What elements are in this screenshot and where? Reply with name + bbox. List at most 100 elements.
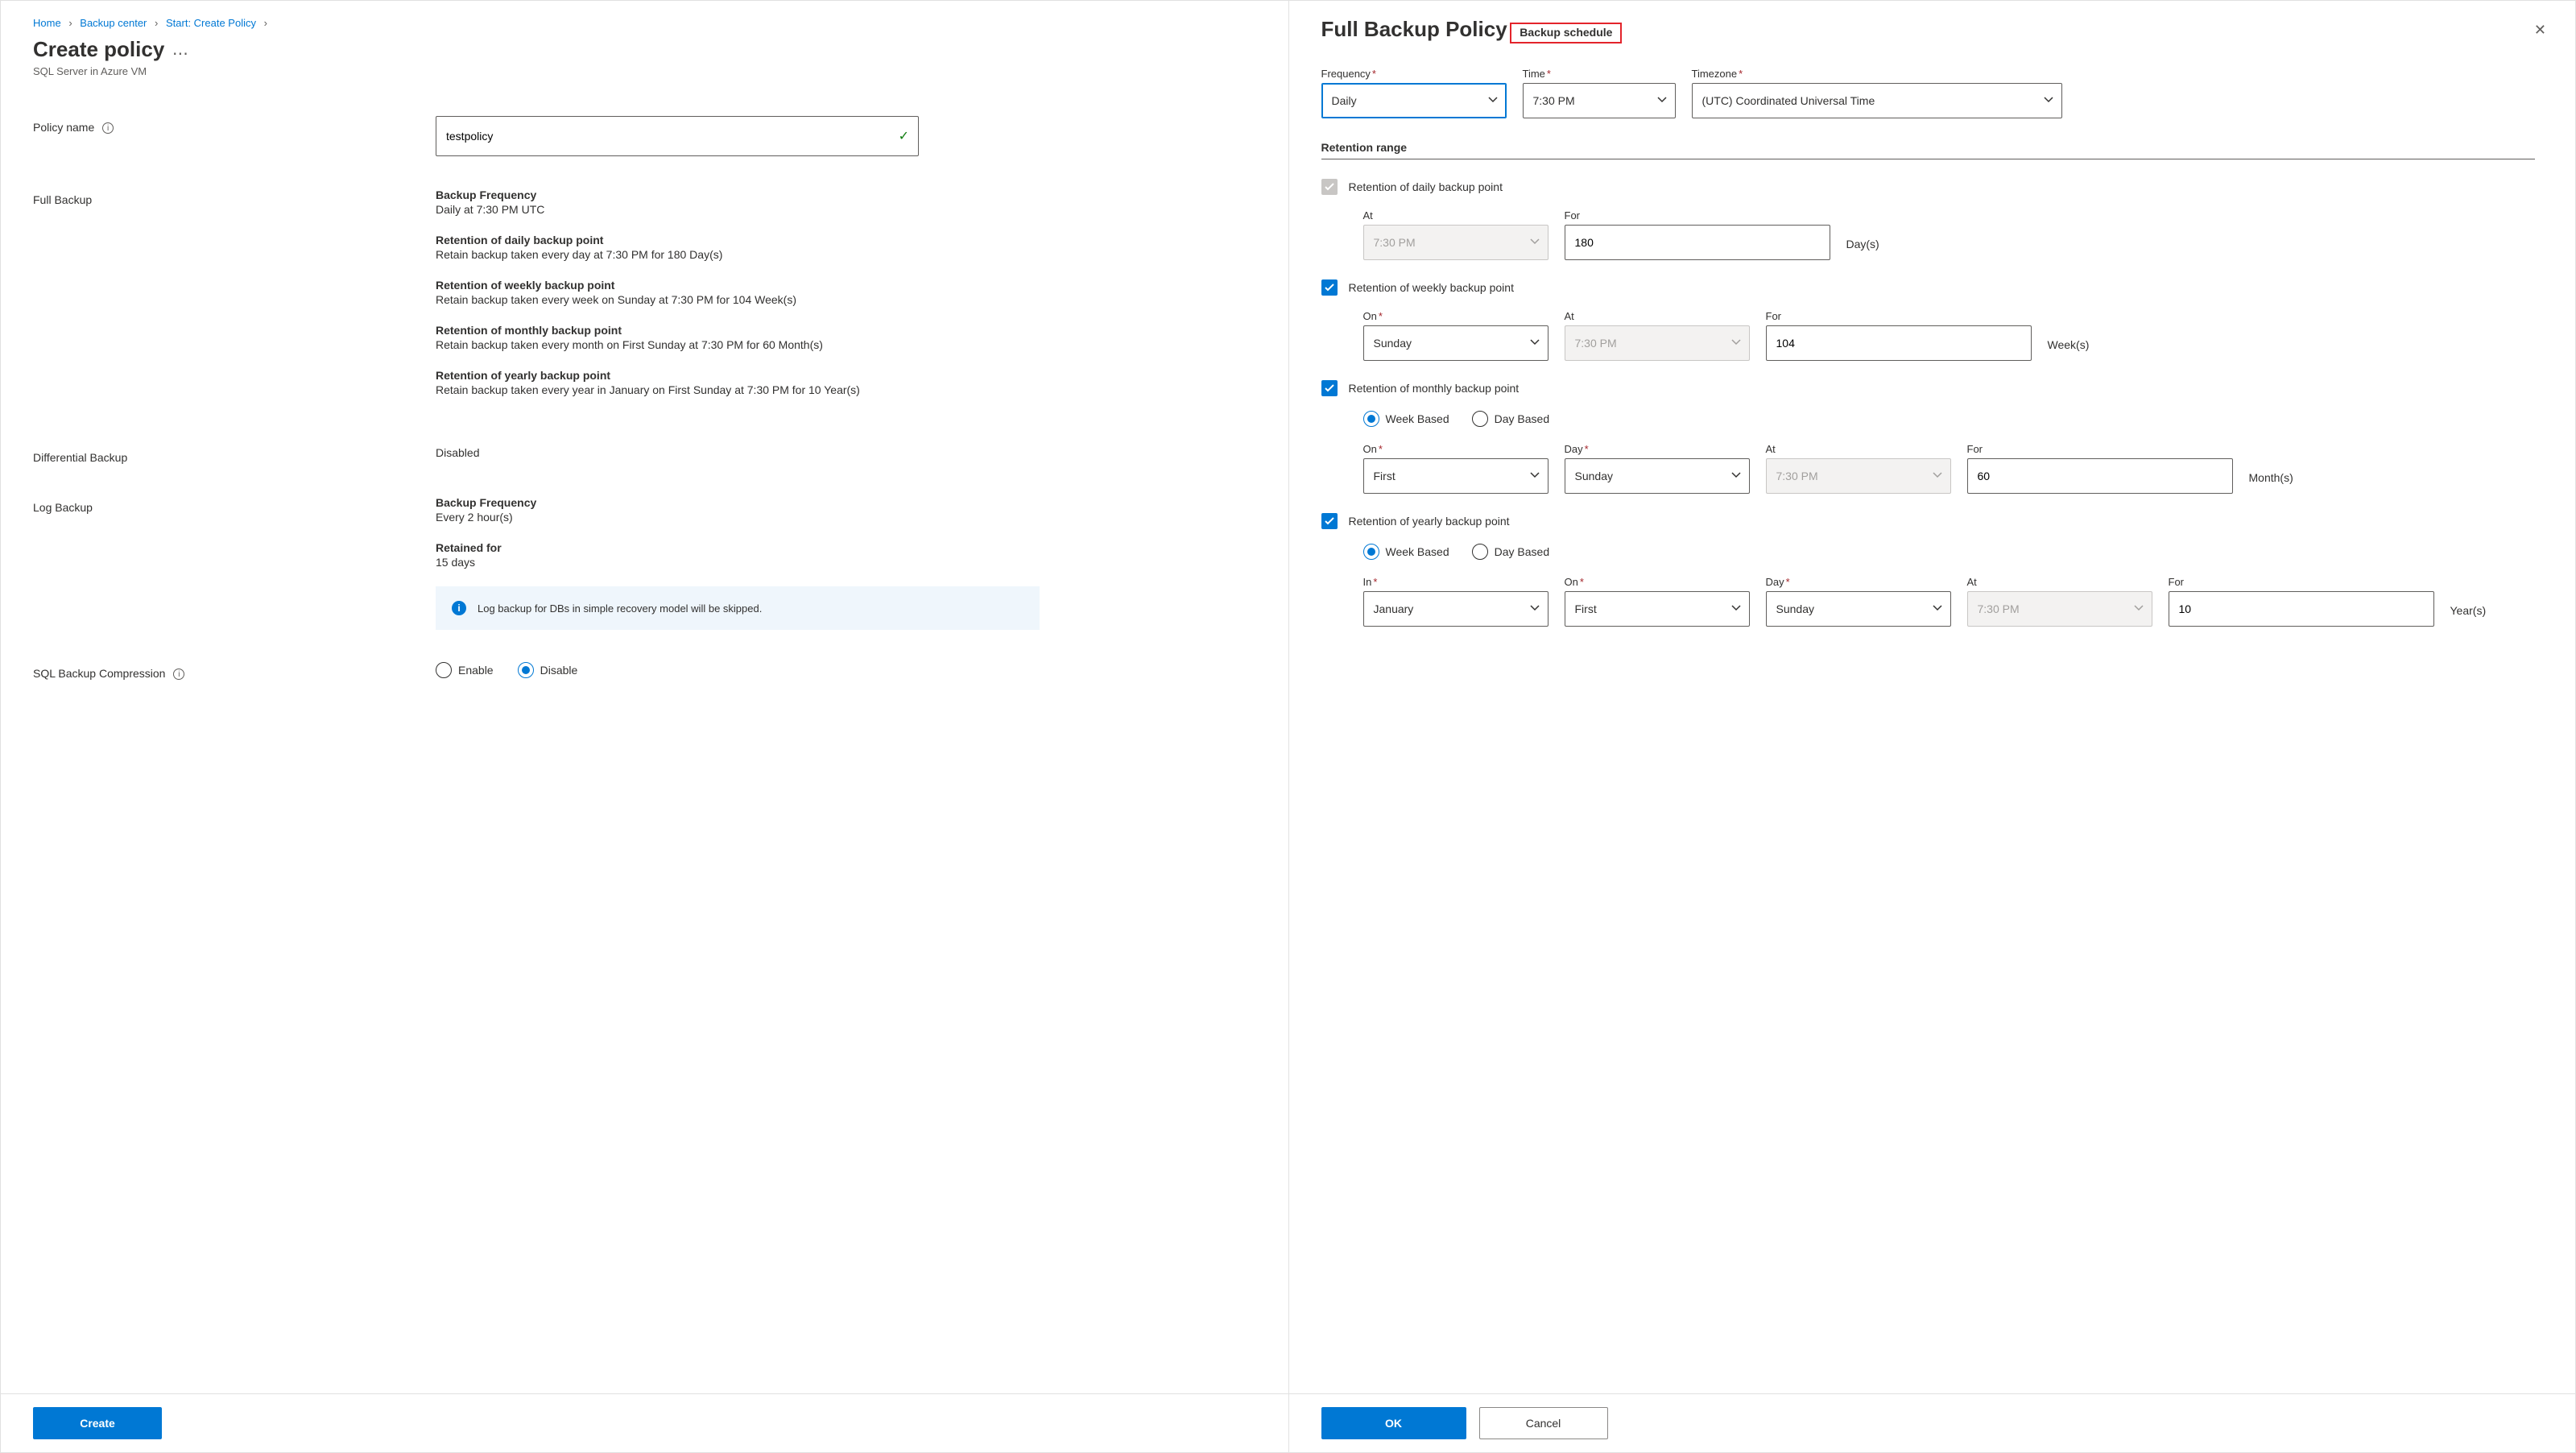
monthly-for-label: For [1967, 443, 2233, 455]
panel-title: Full Backup Policy [1321, 17, 1507, 42]
chevron-down-icon [1731, 602, 1741, 615]
yearly-day-label: Day* [1766, 576, 1951, 588]
chevron-down-icon [1731, 337, 1741, 350]
daily-at-select: 7:30 PM [1363, 225, 1548, 260]
weekly-for-label: For [1766, 310, 2032, 322]
differential-value: Disabled [436, 446, 1248, 459]
yearly-day-select[interactable]: Sunday [1766, 591, 1951, 627]
monthly-week-based-radio[interactable]: Week Based [1363, 411, 1449, 427]
daily-for-input[interactable] [1565, 225, 1830, 260]
weekly-retention-heading: Retention of weekly backup point [436, 279, 1248, 292]
monthly-retention-label: Retention of monthly backup point [1349, 382, 1520, 395]
info-banner-text: Log backup for DBs in simple recovery mo… [478, 602, 762, 615]
log-freq-value: Every 2 hour(s) [436, 511, 1248, 524]
monthly-at-label: At [1766, 443, 1951, 455]
compression-disable-radio[interactable]: Disable [518, 662, 578, 678]
chevron-down-icon [1731, 470, 1741, 482]
info-icon[interactable]: i [102, 122, 114, 134]
retention-range-heading: Retention range [1321, 141, 2536, 154]
weekly-for-input[interactable] [1766, 325, 2032, 361]
yearly-in-label: In* [1363, 576, 1548, 588]
weekly-retention-checkbox[interactable] [1321, 279, 1338, 296]
timezone-label: Timezone* [1692, 68, 2062, 80]
yearly-for-label: For [2169, 576, 2434, 588]
chevron-down-icon [1530, 602, 1540, 615]
monthly-retention-value: Retain backup taken every month on First… [436, 338, 1248, 351]
timezone-select[interactable]: (UTC) Coordinated Universal Time [1692, 83, 2062, 118]
monthly-day-based-radio[interactable]: Day Based [1472, 411, 1549, 427]
yearly-in-select[interactable]: January [1363, 591, 1548, 627]
weekly-unit: Week(s) [2048, 338, 2090, 361]
monthly-at-select: 7:30 PM [1766, 458, 1951, 494]
daily-at-label: At [1363, 209, 1548, 221]
weekly-on-label: On* [1363, 310, 1548, 322]
breadcrumb-backup-center[interactable]: Backup center [80, 17, 147, 29]
monthly-retention-checkbox[interactable] [1321, 380, 1338, 396]
time-label: Time* [1523, 68, 1676, 80]
weekly-at-select: 7:30 PM [1565, 325, 1750, 361]
yearly-unit: Year(s) [2450, 604, 2487, 627]
log-retained-heading: Retained for [436, 541, 1248, 554]
frequency-label: Frequency* [1321, 68, 1507, 80]
more-actions-button[interactable]: ⋯ [167, 46, 193, 62]
full-freq-value: Daily at 7:30 PM UTC [436, 203, 1248, 216]
yearly-day-based-radio[interactable]: Day Based [1472, 544, 1549, 560]
breadcrumb-home[interactable]: Home [33, 17, 61, 29]
yearly-retention-checkbox[interactable] [1321, 513, 1338, 529]
daily-retention-label: Retention of daily backup point [1349, 180, 1503, 193]
log-backup-label: Log Backup [33, 496, 436, 514]
chevron-right-icon: › [264, 17, 267, 29]
info-banner: i Log backup for DBs in simple recovery … [436, 586, 1040, 630]
daily-retention-heading: Retention of daily backup point [436, 234, 1248, 246]
chevron-down-icon [2044, 94, 2053, 107]
chevron-down-icon [1530, 337, 1540, 350]
create-button[interactable]: Create [33, 1407, 162, 1439]
frequency-select[interactable]: Daily [1321, 83, 1507, 118]
yearly-retention-label: Retention of yearly backup point [1349, 515, 1510, 528]
page-subtitle: SQL Server in Azure VM [33, 65, 1248, 77]
yearly-on-select[interactable]: First [1565, 591, 1750, 627]
weekly-retention-label: Retention of weekly backup point [1349, 281, 1514, 294]
chevron-down-icon [2134, 602, 2144, 615]
yearly-at-label: At [1967, 576, 2152, 588]
yearly-at-select: 7:30 PM [1967, 591, 2152, 627]
time-select[interactable]: 7:30 PM [1523, 83, 1676, 118]
info-icon[interactable]: i [173, 669, 184, 680]
full-freq-heading: Backup Frequency [436, 188, 1248, 201]
breadcrumb-start-create-policy[interactable]: Start: Create Policy [166, 17, 256, 29]
chevron-down-icon [1530, 470, 1540, 482]
log-retained-value: 15 days [436, 556, 1248, 569]
chevron-right-icon: › [155, 17, 158, 29]
monthly-for-input[interactable] [1967, 458, 2233, 494]
compression-enable-radio[interactable]: Enable [436, 662, 494, 678]
compression-label: SQL Backup Compression i [33, 662, 436, 680]
full-backup-label: Full Backup [33, 188, 436, 206]
weekly-retention-value: Retain backup taken every week on Sunday… [436, 293, 1248, 306]
monthly-on-select[interactable]: First [1363, 458, 1548, 494]
chevron-down-icon [1933, 602, 1942, 615]
monthly-day-label: Day* [1565, 443, 1750, 455]
yearly-week-based-radio[interactable]: Week Based [1363, 544, 1449, 560]
yearly-retention-value: Retain backup taken every year in Januar… [436, 383, 1248, 396]
weekly-at-label: At [1565, 310, 1750, 322]
cancel-button[interactable]: Cancel [1479, 1407, 1608, 1439]
policy-name-input[interactable] [436, 116, 919, 156]
log-freq-heading: Backup Frequency [436, 496, 1248, 509]
daily-unit: Day(s) [1846, 238, 1879, 260]
monthly-day-select[interactable]: Sunday [1565, 458, 1750, 494]
close-icon[interactable]: ✕ [2529, 17, 2551, 43]
chevron-down-icon [1488, 94, 1498, 107]
monthly-retention-heading: Retention of monthly backup point [436, 324, 1248, 337]
breadcrumb: Home › Backup center › Start: Create Pol… [33, 17, 1248, 29]
yearly-for-input[interactable] [2169, 591, 2434, 627]
daily-retention-value: Retain backup taken every day at 7:30 PM… [436, 248, 1248, 261]
weekly-on-select[interactable]: Sunday [1363, 325, 1548, 361]
ok-button[interactable]: OK [1321, 1407, 1466, 1439]
policy-name-label: Policy name i [33, 116, 436, 134]
backup-schedule-heading-highlighted: Backup schedule [1510, 23, 1622, 43]
differential-backup-label: Differential Backup [33, 446, 436, 464]
daily-retention-checkbox [1321, 179, 1338, 195]
chevron-down-icon [1657, 94, 1667, 107]
checkmark-icon: ✓ [899, 128, 909, 144]
daily-for-label: For [1565, 209, 1830, 221]
